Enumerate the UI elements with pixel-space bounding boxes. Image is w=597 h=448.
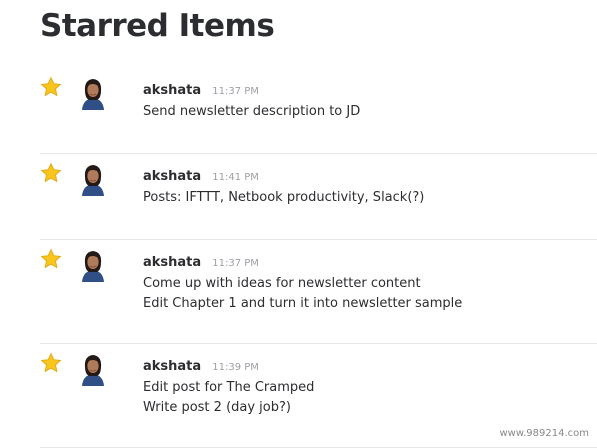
message-text: Send newsletter description to JD xyxy=(143,104,361,119)
star-icon[interactable] xyxy=(40,352,62,374)
watermark: www.989214.com xyxy=(499,428,589,439)
message-text: Write post 2 (day job?) xyxy=(143,400,291,415)
message: akshata 11:37 PM Come up with ideas for … xyxy=(143,252,587,314)
timestamp[interactable]: 11:39 PM xyxy=(212,362,259,373)
message-text: Posts: IFTTT, Netbook productivity, Slac… xyxy=(143,190,425,205)
message-body: Send newsletter description to JD xyxy=(143,102,587,122)
author-name[interactable]: akshata xyxy=(143,169,201,184)
message-header: akshata 11:39 PM xyxy=(143,356,587,374)
user-avatar[interactable] xyxy=(77,248,109,282)
user-avatar[interactable] xyxy=(77,162,109,196)
starred-item[interactable]: akshata 11:41 PM Posts: IFTTT, Netbook p… xyxy=(0,154,597,240)
timestamp[interactable]: 11:37 PM xyxy=(212,86,259,97)
author-name[interactable]: akshata xyxy=(143,83,201,98)
star-icon[interactable] xyxy=(40,76,62,98)
message: akshata 11:39 PM Edit post for The Cramp… xyxy=(143,356,587,418)
star-icon[interactable] xyxy=(40,162,62,184)
author-name[interactable]: akshata xyxy=(143,255,201,270)
page-title: Starred Items xyxy=(40,8,275,44)
message-text: Edit post for The Cramped xyxy=(143,380,315,395)
message-text: Edit Chapter 1 and turn it into newslett… xyxy=(143,296,463,311)
starred-item[interactable]: akshata 11:37 PM Come up with ideas for … xyxy=(0,240,597,344)
message-body: Edit post for The Cramped Write post 2 (… xyxy=(143,378,587,418)
author-name[interactable]: akshata xyxy=(143,359,201,374)
message-header: akshata 11:37 PM xyxy=(143,80,587,98)
message: akshata 11:41 PM Posts: IFTTT, Netbook p… xyxy=(143,166,587,208)
user-avatar[interactable] xyxy=(77,76,109,110)
message-body: Come up with ideas for newsletter conten… xyxy=(143,274,587,314)
message-header: akshata 11:41 PM xyxy=(143,166,587,184)
message-body: Posts: IFTTT, Netbook productivity, Slac… xyxy=(143,188,587,208)
timestamp[interactable]: 11:37 PM xyxy=(212,258,259,269)
starred-items-list: akshata 11:37 PM Send newsletter descrip… xyxy=(0,68,597,448)
message: akshata 11:37 PM Send newsletter descrip… xyxy=(143,80,587,122)
message-header: akshata 11:37 PM xyxy=(143,252,587,270)
message-text: Come up with ideas for newsletter conten… xyxy=(143,276,421,291)
starred-item[interactable]: akshata 11:37 PM Send newsletter descrip… xyxy=(0,68,597,154)
star-icon[interactable] xyxy=(40,248,62,270)
user-avatar[interactable] xyxy=(77,352,109,386)
timestamp[interactable]: 11:41 PM xyxy=(212,172,259,183)
